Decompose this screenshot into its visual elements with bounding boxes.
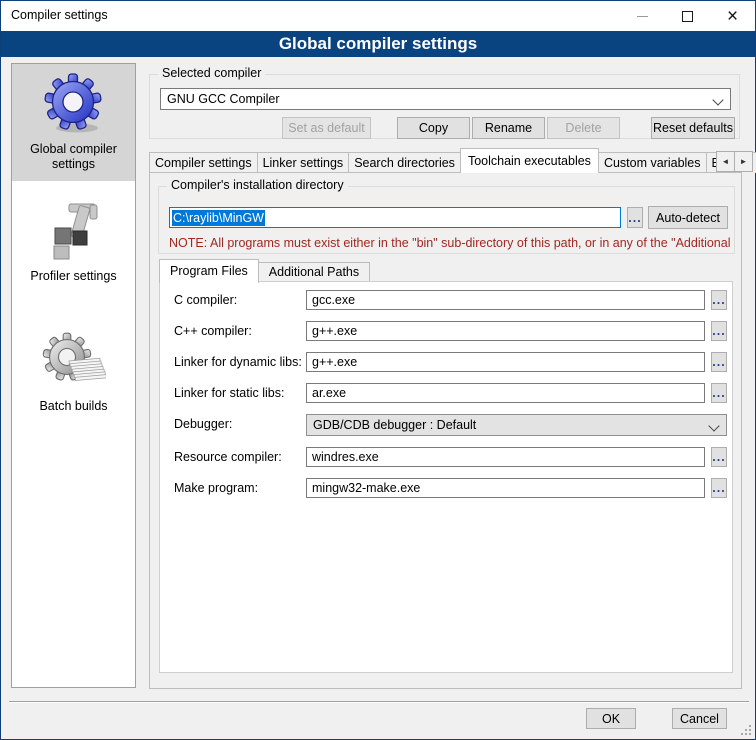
- cancel-button[interactable]: Cancel: [672, 708, 727, 729]
- resize-grip[interactable]: [741, 725, 751, 735]
- linker-static-input[interactable]: [306, 383, 705, 403]
- ok-button[interactable]: OK: [586, 708, 636, 729]
- installation-directory-value: C:\raylib\MinGW: [172, 210, 265, 226]
- tab-scroll-right-icon[interactable]: ►: [734, 151, 753, 172]
- debugger-label: Debugger:: [174, 414, 232, 434]
- tab-compiler-settings[interactable]: Compiler settings: [149, 152, 258, 173]
- c-compiler-browse-button[interactable]: ...: [711, 290, 727, 310]
- sidebar-item-batch-builds[interactable]: Batch builds: [12, 321, 135, 423]
- cpp-compiler-label: C++ compiler:: [174, 321, 252, 341]
- linker-dynamic-browse-button[interactable]: ...: [711, 352, 727, 372]
- selected-compiler-group: Selected compiler GNU GCC Compiler Set a…: [149, 74, 740, 139]
- debugger-value: GDB/CDB debugger : Default: [313, 418, 476, 432]
- sidebar-item-label: Profiler settings: [30, 269, 116, 284]
- linker-static-label: Linker for static libs:: [174, 383, 284, 403]
- auto-detect-button[interactable]: Auto-detect: [648, 206, 728, 229]
- blue-gear-icon: [42, 71, 106, 135]
- installation-directory-input[interactable]: C:\raylib\MinGW: [169, 207, 621, 228]
- c-compiler-input[interactable]: [306, 290, 705, 310]
- installation-directory-browse-button[interactable]: ...: [627, 207, 643, 228]
- tab-program-files[interactable]: Program Files: [159, 259, 259, 283]
- toolchain-executables-page: Compiler's installation directory C:\ray…: [149, 172, 742, 689]
- window-controls: ×: [620, 1, 755, 31]
- program-files-tabs: Program Files Additional Paths: [159, 258, 369, 282]
- compiler-tabs: Compiler settings Linker settings Search…: [149, 147, 756, 173]
- tab-scroll-buttons: ◄ ►: [717, 151, 753, 172]
- chevron-down-icon: [708, 420, 719, 431]
- tab-additional-paths[interactable]: Additional Paths: [258, 262, 370, 282]
- make-program-input[interactable]: [306, 478, 705, 498]
- reset-defaults-button[interactable]: Reset defaults: [651, 117, 735, 139]
- profiler-caliper-icon: [42, 198, 106, 262]
- tab-custom-variables[interactable]: Custom variables: [598, 152, 707, 173]
- delete-button: Delete: [547, 117, 620, 139]
- debugger-dropdown[interactable]: GDB/CDB debugger : Default: [306, 414, 727, 436]
- bin-subdirectory-note: NOTE: All programs must exist either in …: [169, 236, 731, 250]
- maximize-icon: [682, 11, 693, 22]
- window-title: Compiler settings: [11, 8, 108, 22]
- sidebar-item-profiler-settings[interactable]: Profiler settings: [12, 191, 135, 293]
- resource-compiler-input[interactable]: [306, 447, 705, 467]
- sidebar-item-global-compiler-settings[interactable]: Global compiler settings: [12, 64, 135, 181]
- sidebar-item-label: Global compiler settings: [15, 142, 132, 172]
- footer-divider: [9, 701, 749, 703]
- installation-directory-group: Compiler's installation directory C:\ray…: [158, 186, 735, 254]
- chevron-down-icon: [712, 94, 723, 105]
- settings-category-list: Global compiler settings Profiler settin…: [11, 63, 136, 688]
- set-as-default-button: Set as default: [282, 117, 371, 139]
- group-label: Selected compiler: [158, 66, 265, 80]
- program-files-panel: C compiler: ... C++ compiler: ... Linker…: [159, 281, 733, 673]
- tab-search-directories[interactable]: Search directories: [348, 152, 461, 173]
- selected-compiler-value: GNU GCC Compiler: [167, 92, 280, 106]
- cpp-compiler-input[interactable]: [306, 321, 705, 341]
- resource-compiler-browse-button[interactable]: ...: [711, 447, 727, 467]
- make-program-label: Make program:: [174, 478, 258, 498]
- page-title: Global compiler settings: [1, 31, 755, 57]
- batch-builds-gear-icon: [42, 328, 106, 392]
- tab-linker-settings[interactable]: Linker settings: [257, 152, 350, 173]
- sidebar-item-label: Batch builds: [39, 399, 107, 414]
- cpp-compiler-browse-button[interactable]: ...: [711, 321, 727, 341]
- rename-button[interactable]: Rename: [472, 117, 545, 139]
- minimize-button: [620, 1, 665, 31]
- compiler-settings-dialog: Compiler settings × Global compiler sett…: [0, 0, 756, 740]
- minimize-icon: [637, 16, 648, 17]
- maximize-button[interactable]: [665, 1, 710, 31]
- linker-dynamic-input[interactable]: [306, 352, 705, 372]
- make-program-browse-button[interactable]: ...: [711, 478, 727, 498]
- tab-scroll-left-icon[interactable]: ◄: [716, 151, 735, 172]
- tab-toolchain-executables[interactable]: Toolchain executables: [460, 148, 599, 173]
- linker-dynamic-label: Linker for dynamic libs:: [174, 352, 302, 372]
- c-compiler-label: C compiler:: [174, 290, 237, 310]
- close-button[interactable]: ×: [710, 1, 755, 31]
- linker-static-browse-button[interactable]: ...: [711, 383, 727, 403]
- copy-button[interactable]: Copy: [397, 117, 470, 139]
- resource-compiler-label: Resource compiler:: [174, 447, 282, 467]
- group-label: Compiler's installation directory: [167, 178, 348, 192]
- titlebar[interactable]: Compiler settings ×: [1, 1, 755, 31]
- selected-compiler-dropdown[interactable]: GNU GCC Compiler: [160, 88, 731, 110]
- close-icon: ×: [727, 7, 738, 26]
